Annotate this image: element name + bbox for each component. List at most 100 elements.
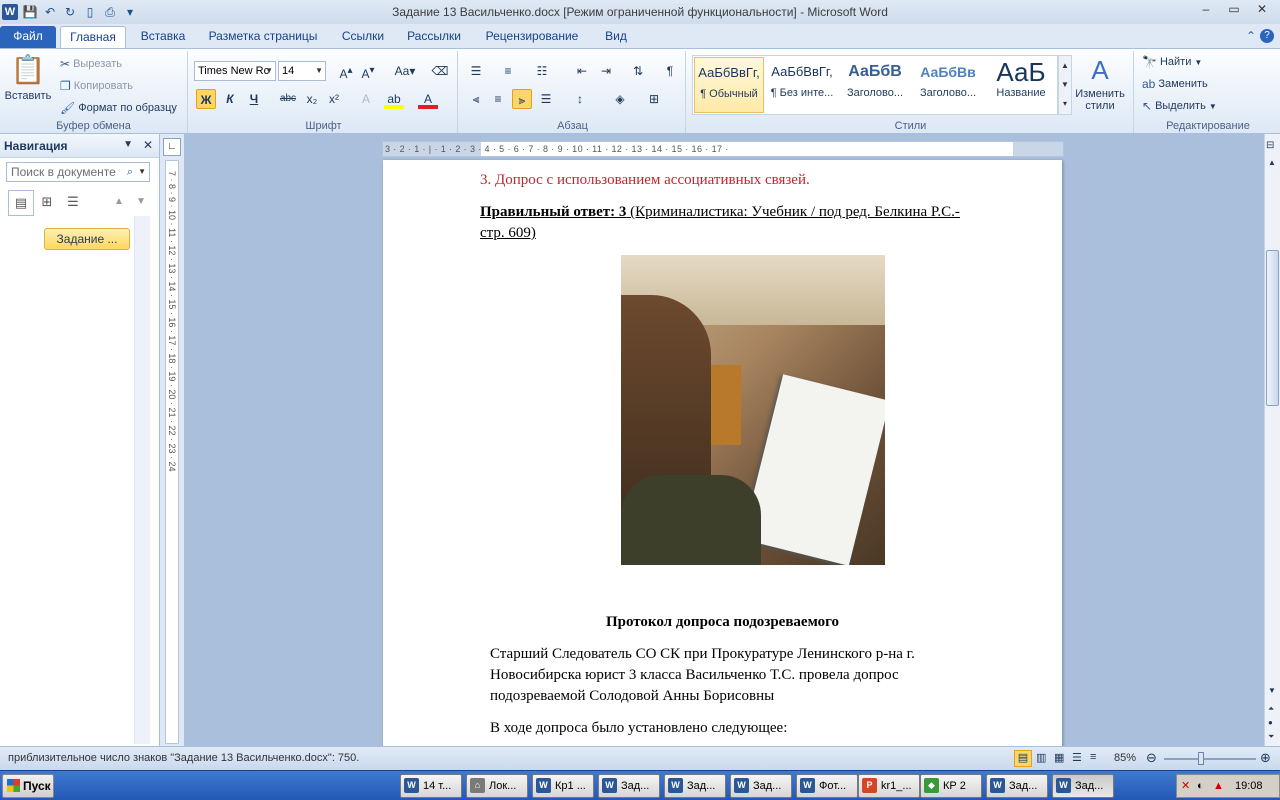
document-page[interactable]: 3. Допрос с использованием ассоциативных… (383, 160, 1062, 746)
taskbar-item[interactable]: W Зад... (664, 774, 726, 798)
find-button[interactable]: 🔭 Найти ▼ (1142, 55, 1202, 69)
maximize-icon[interactable]: ▭ (1220, 0, 1248, 20)
replace-button[interactable]: ab Заменить (1142, 77, 1208, 91)
network-icon[interactable]: ✕ (1181, 775, 1190, 797)
protocol-paragraph[interactable]: Старший Следователь СО СК при Прокуратур… (490, 644, 1010, 707)
next-page-icon[interactable]: ⏷ (1268, 732, 1274, 742)
web-layout-icon[interactable]: ▦ (1054, 751, 1064, 764)
answer-option-3[interactable]: 3. Допрос с использованием ассоциативных… (480, 170, 810, 191)
word-count-status[interactable]: приблизительное число знаков "Задание 13… (8, 752, 359, 764)
font-color-icon[interactable]: A (418, 89, 438, 109)
styles-scroll[interactable]: ▲ ▼ ▾ (1058, 55, 1072, 115)
underline-button[interactable]: Ч (244, 89, 264, 109)
ruler-toggle-icon[interactable]: ⊟ (1266, 140, 1274, 151)
style-heading-1[interactable]: АаБбВ Заголово... (840, 57, 910, 113)
tab-insert[interactable]: Вставка (132, 26, 194, 48)
font-name-combo[interactable]: Times New Rc ▼ (194, 61, 276, 81)
taskbar-item[interactable]: W Зад... (986, 774, 1048, 798)
next-heading-icon[interactable]: ▼ (128, 190, 154, 216)
select-button[interactable]: ↖ Выделить ▼ (1142, 99, 1217, 113)
outline-view-icon[interactable]: ☰ (1072, 751, 1082, 764)
font-size-combo[interactable]: 14 ▼ (278, 61, 326, 81)
draft-view-icon[interactable]: ≡ (1090, 751, 1096, 763)
tab-page-layout[interactable]: Разметка страницы (200, 26, 326, 48)
change-styles-button[interactable]: A Изменить стили (1074, 55, 1126, 112)
taskbar-item[interactable]: Pkr1_... (858, 774, 920, 798)
tab-selector-icon[interactable]: ∟ (163, 138, 181, 156)
style-heading-2[interactable]: АаБбВв Заголово... (913, 57, 983, 113)
taskbar-item[interactable]: ◆ КР 2 (920, 774, 982, 798)
tab-home[interactable]: Главная (60, 26, 126, 48)
grow-font-icon[interactable]: A▴ (336, 61, 356, 81)
cut-button[interactable]: ✂ Вырезать (60, 57, 122, 71)
taskbar-item[interactable]: W Зад... (730, 774, 792, 798)
update-icon[interactable]: ▲ (1213, 775, 1224, 797)
bold-button[interactable]: Ж (196, 89, 216, 109)
protocol-heading[interactable]: Протокол допроса подозреваемого (383, 612, 1062, 633)
style-title[interactable]: АаБ Название (986, 57, 1056, 113)
taskbar-item[interactable]: ⌂ Лок... (466, 774, 528, 798)
scroll-thumb[interactable] (1266, 250, 1279, 406)
tab-review[interactable]: Рецензирование (476, 26, 588, 48)
zoom-slider[interactable] (1164, 758, 1256, 760)
tab-file[interactable]: Файл (0, 26, 56, 48)
minimize-icon[interactable]: ‒ (1192, 0, 1220, 20)
align-center-icon[interactable]: ≡ (488, 89, 508, 109)
results-view-icon[interactable]: ☰ (60, 190, 86, 216)
sort-icon[interactable]: ⇅ (628, 61, 648, 81)
minimize-ribbon-icon[interactable]: ⌃ (1246, 29, 1256, 43)
scroll-up-icon[interactable]: ▲ (1268, 158, 1276, 167)
help-icon[interactable]: ? (1260, 29, 1274, 43)
subscript-button[interactable]: x₂ (302, 89, 322, 109)
nav-search-input[interactable]: Поиск в документе ⌕ ▼ (6, 162, 150, 182)
browse-object-icon[interactable]: ● (1268, 718, 1273, 727)
highlight-icon[interactable]: ab (384, 89, 404, 109)
zoom-level[interactable]: 85% (1114, 752, 1136, 764)
multilevel-list-icon[interactable]: ☷ (532, 61, 552, 81)
correct-answer[interactable]: Правильный ответ: 3 (Криминалистика: Уче… (480, 202, 1010, 244)
borders-icon[interactable]: ⊞ (644, 89, 664, 109)
pane-menu-icon[interactable]: ▼ (123, 139, 133, 150)
taskbar-item[interactable]: W 14 т... (400, 774, 462, 798)
taskbar-item[interactable]: W Кр1 ... (532, 774, 594, 798)
chevron-down-icon[interactable]: ▼ (138, 163, 146, 181)
style-normal[interactable]: АаБбВвГг, ¶ Обычный (694, 57, 764, 113)
vertical-scrollbar[interactable]: ⊟ ▲ ▼ ⏶ ● ⏷ (1264, 134, 1280, 746)
search-icon[interactable]: ⌕ (127, 163, 133, 181)
taskbar-item[interactable]: W Фот... (796, 774, 858, 798)
reading-layout-icon[interactable]: ▥ (1036, 751, 1046, 764)
tab-view[interactable]: Вид (596, 26, 636, 48)
headings-view-icon[interactable]: ▤ (8, 190, 34, 216)
change-case-icon[interactable]: Aa▾ (390, 61, 420, 81)
italic-button[interactable]: К (220, 89, 240, 109)
align-right-icon[interactable]: ⫸ (512, 89, 532, 109)
style-no-spacing[interactable]: АаБбВвГг, ¶ Без инте... (767, 57, 837, 113)
zoom-out-icon[interactable]: ⊖ (1146, 750, 1157, 766)
pages-view-icon[interactable]: ⊞ (34, 190, 60, 216)
nav-scrollbar[interactable] (134, 216, 150, 744)
copy-button[interactable]: ❐ Копировать (60, 79, 133, 93)
clock[interactable]: 19:08 (1235, 775, 1263, 797)
photo-woman-reading-document[interactable] (621, 255, 885, 565)
justify-icon[interactable]: ☰ (536, 89, 556, 109)
volume-icon[interactable]: ◐ (1197, 775, 1204, 797)
shrink-font-icon[interactable]: A▾ (358, 61, 378, 81)
align-left-icon[interactable]: ⫷ (466, 89, 486, 109)
line-spacing-icon[interactable]: ↕ (570, 89, 590, 109)
zoom-in-icon[interactable]: ⊕ (1260, 750, 1271, 766)
prev-page-icon[interactable]: ⏶ (1268, 704, 1274, 714)
tab-references[interactable]: Ссылки (334, 26, 392, 48)
text-effects-icon[interactable]: A (356, 89, 376, 109)
increase-indent-icon[interactable]: ⇥ (596, 61, 616, 81)
protocol-findings[interactable]: В ходе допроса было установлено следующе… (490, 718, 787, 739)
clear-format-icon[interactable]: ⌫ (430, 61, 450, 81)
tab-mailings[interactable]: Рассылки (400, 26, 468, 48)
format-painter-button[interactable]: 🖌 Формат по образцу (60, 101, 177, 115)
shading-icon[interactable]: ◈ (610, 89, 630, 109)
print-layout-icon[interactable]: ▤ (1014, 750, 1032, 767)
superscript-button[interactable]: x² (324, 89, 344, 109)
nav-heading-item[interactable]: Задание ... (44, 228, 130, 250)
close-pane-icon[interactable]: ✕ (143, 138, 153, 152)
strikethrough-button[interactable]: abc (278, 89, 298, 109)
scroll-down-icon[interactable]: ▼ (1268, 686, 1276, 695)
